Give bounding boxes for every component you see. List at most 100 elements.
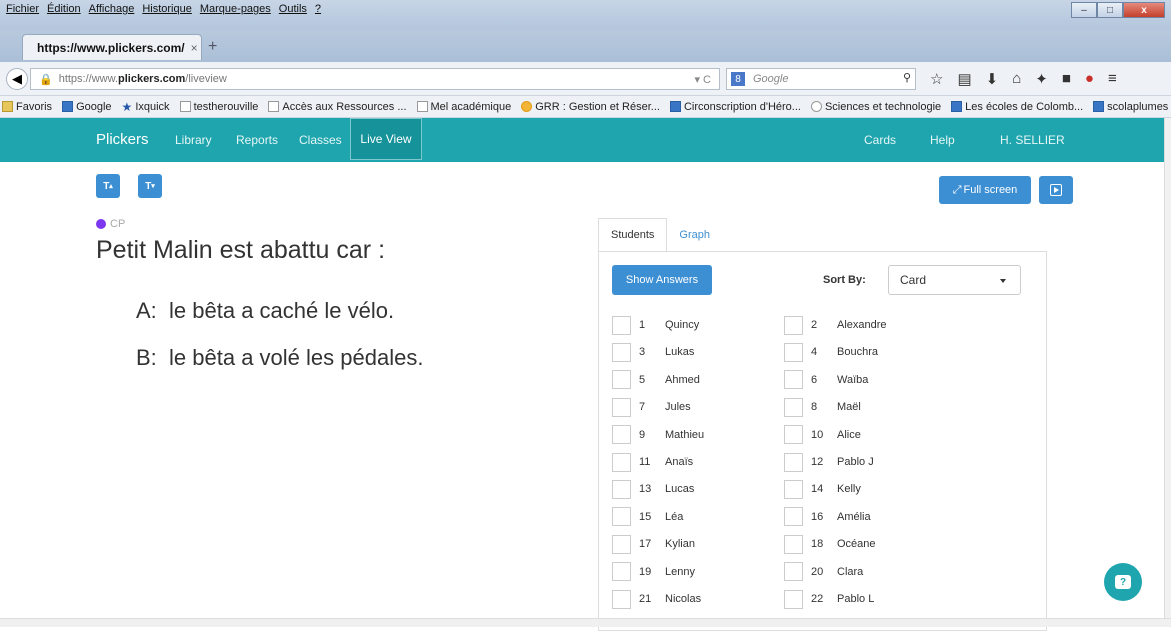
card-number: 16 [811, 510, 824, 523]
student-checkbox[interactable] [612, 342, 631, 362]
bookmark-item[interactable]: Mel académique [416, 101, 511, 113]
student-checkbox[interactable] [784, 507, 803, 527]
decrease-text-button[interactable]: T ▾ [138, 174, 162, 198]
student-checkbox[interactable] [784, 370, 803, 390]
student-row: 21 Nicolas [612, 588, 701, 610]
expand-arrows-icon: ⤢ [952, 183, 962, 196]
site-icon [951, 101, 963, 112]
bookmark-item[interactable]: scolaplumes - lire écrir... [1093, 101, 1171, 113]
tab-graph[interactable]: Graph [667, 218, 722, 252]
bookmark-label: Google [76, 100, 112, 113]
student-row: 11 Anaïs [612, 451, 693, 473]
student-checkbox[interactable] [784, 589, 803, 609]
bookmark-label: Ixquick [135, 100, 170, 113]
fullscreen-button[interactable]: ⤢ Full screen [939, 176, 1031, 204]
nav-user[interactable]: H. SELLIER [1000, 133, 1065, 147]
student-checkbox[interactable] [612, 315, 631, 335]
bookmark-item[interactable]: Accès aux Ressources ... [268, 101, 407, 113]
plickers-logo[interactable]: Plickers [96, 131, 149, 148]
student-checkbox[interactable] [784, 452, 803, 472]
card-number: 8 [811, 401, 818, 414]
student-checkbox[interactable] [612, 370, 631, 390]
download-icon[interactable]: ⬇ [986, 70, 999, 88]
student-checkbox[interactable] [612, 589, 631, 609]
bookmark-star-icon[interactable]: ☆ [930, 70, 943, 88]
card-number: 9 [639, 428, 646, 441]
student-name: Clara [837, 565, 864, 578]
student-row: 15 Léa [612, 506, 683, 528]
search-input[interactable]: 8 Google ⚲ [726, 68, 916, 90]
nav-live-view[interactable]: Live View [350, 118, 422, 160]
student-checkbox[interactable] [784, 479, 803, 499]
student-checkbox[interactable] [784, 534, 803, 554]
sort-by-label: Sort By: [823, 274, 866, 286]
answer-text: le bêta a volé les pédales. [169, 345, 424, 370]
bookmark-item[interactable]: Sciences et technologie [810, 101, 941, 113]
show-answers-button[interactable]: Show Answers [612, 265, 712, 295]
help-chat-button[interactable]: ? [1104, 563, 1142, 601]
bookmark-item[interactable]: Circonscription d'Héro... [669, 101, 801, 113]
reading-list-icon[interactable]: ▤ [957, 70, 971, 88]
student-checkbox[interactable] [612, 507, 631, 527]
student-row: 14 Kelly [784, 478, 861, 500]
student-checkbox[interactable] [784, 397, 803, 417]
student-row: 2 Alexandre [784, 314, 887, 336]
student-checkbox[interactable] [612, 425, 631, 445]
maximize-button[interactable]: □ [1097, 2, 1123, 18]
student-checkbox[interactable] [784, 425, 803, 445]
question-text: Petit Malin est abattu car : [96, 236, 386, 264]
back-arrow-icon[interactable]: ◀ [6, 68, 28, 90]
student-checkbox[interactable] [784, 315, 803, 335]
student-row: 13 Lucas [612, 478, 694, 500]
student-checkbox[interactable] [612, 452, 631, 472]
vertical-scrollbar[interactable] [1164, 118, 1171, 618]
student-name: Pablo L [837, 593, 875, 605]
menu-outils[interactable]: Outils [279, 3, 307, 15]
home-icon[interactable]: ⌂ [1012, 70, 1021, 88]
bookmark-item[interactable]: Les écoles de Colomb... [951, 101, 1083, 113]
bookmark-item[interactable]: Google [62, 100, 112, 113]
nav-help[interactable]: Help [930, 133, 955, 147]
student-checkbox[interactable] [784, 342, 803, 362]
present-button[interactable] [1039, 176, 1073, 204]
menu-affichage[interactable]: Affichage [89, 3, 135, 15]
extension-icon[interactable]: ✦ [1035, 70, 1048, 88]
student-checkbox[interactable] [784, 562, 803, 582]
student-checkbox[interactable] [612, 534, 631, 554]
nav-library[interactable]: Library [175, 133, 212, 147]
menu-fichier[interactable]: Fichier [6, 3, 39, 15]
reload-icon[interactable]: ▾ C [694, 73, 711, 86]
bookmark-item[interactable]: ★ Ixquick [122, 100, 170, 114]
student-row: 7 Jules [612, 396, 691, 418]
card-number: 3 [639, 346, 646, 359]
increase-text-button[interactable]: T ▴ [96, 174, 120, 198]
menu-help[interactable]: ? [315, 3, 321, 15]
close-window-button[interactable]: x [1123, 2, 1165, 18]
student-checkbox[interactable] [612, 397, 631, 417]
horizontal-scrollbar[interactable] [0, 618, 1171, 627]
nav-reports[interactable]: Reports [236, 133, 278, 147]
menu-edition[interactable]: Édition [47, 3, 81, 15]
student-checkbox[interactable] [612, 562, 631, 582]
tab-students[interactable]: Students [598, 218, 668, 252]
menu-historique[interactable]: Historique [142, 3, 192, 15]
menu-marque-pages[interactable]: Marque-pages [200, 3, 271, 15]
bookmark-item[interactable]: Favoris [2, 101, 52, 113]
bookmark-item[interactable]: testherouville [179, 101, 258, 113]
minimize-button[interactable]: – [1071, 2, 1097, 18]
page-icon [416, 101, 428, 112]
close-tab-icon[interactable]: × [191, 41, 198, 55]
nav-cards[interactable]: Cards [864, 133, 896, 147]
new-tab-icon[interactable]: + [208, 38, 217, 56]
bookmark-item[interactable]: GRR : Gestion et Réser... [521, 101, 660, 113]
student-checkbox[interactable] [612, 479, 631, 499]
nav-classes[interactable]: Classes [299, 133, 342, 147]
magnifier-icon[interactable]: ⚲ [903, 71, 911, 84]
browser-tab[interactable]: https://www.plickers.com/ × [22, 34, 202, 60]
url-bar[interactable]: 🔒 https://www. plickers.com/liveview ▾ C [30, 68, 720, 90]
sort-select[interactable]: Card [888, 265, 1021, 295]
page-icon [179, 101, 191, 112]
adblock-icon[interactable]: ● [1085, 70, 1094, 88]
hamburger-menu-icon[interactable]: ≡ [1108, 70, 1117, 88]
pocket-icon[interactable]: ■ [1062, 70, 1071, 88]
